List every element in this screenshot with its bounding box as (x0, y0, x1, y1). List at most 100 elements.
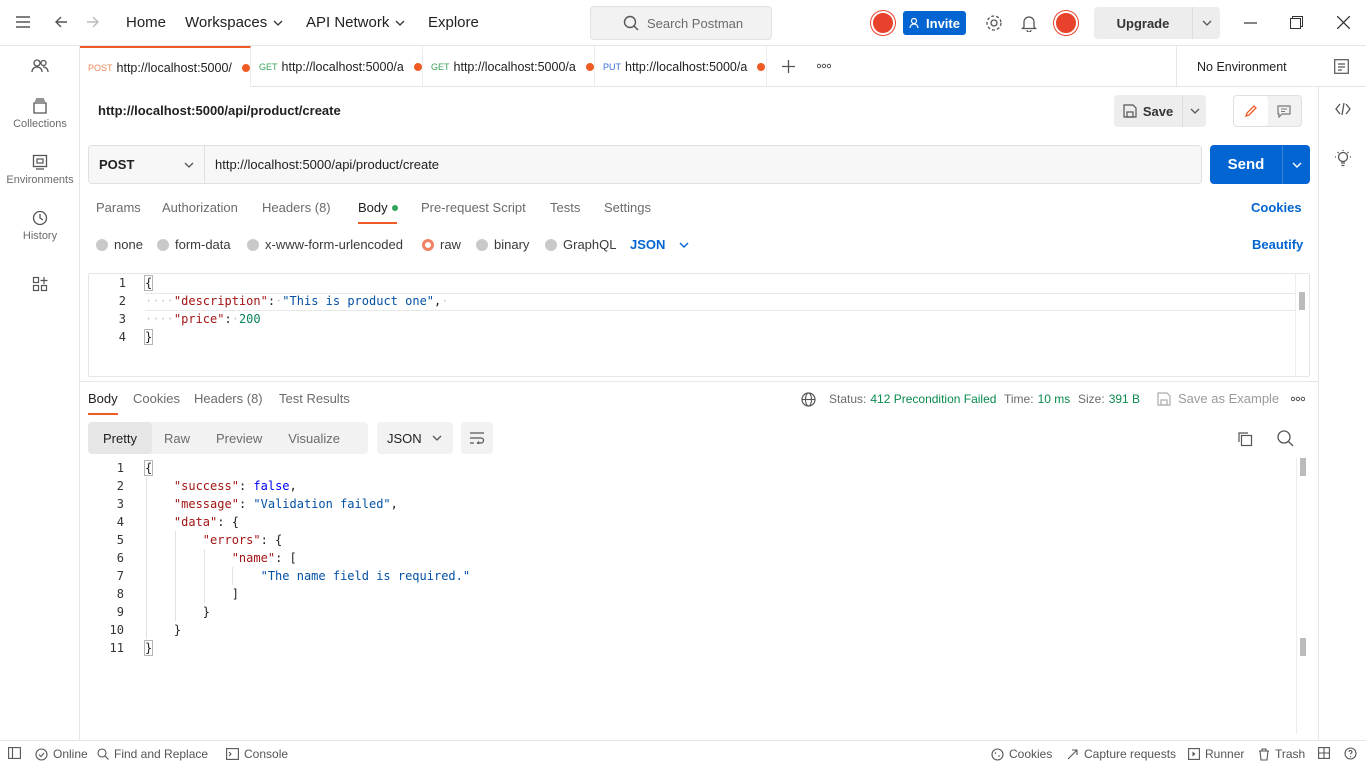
request-title[interactable]: http://localhost:5000/api/product/create (98, 103, 341, 118)
environment-quicklook-icon[interactable] (1334, 59, 1349, 74)
tab-settings[interactable]: Settings (604, 200, 651, 215)
search-placeholder: Search Postman (647, 15, 744, 31)
layout-icon[interactable] (1318, 747, 1330, 759)
code-line: { (143, 274, 154, 292)
trash-button[interactable]: Trash (1258, 747, 1305, 761)
code-line: "message": "Validation failed", (173, 497, 398, 511)
nav-explore[interactable]: Explore (428, 14, 479, 31)
response-tab-headers[interactable]: Headers (8) (194, 391, 263, 406)
scrollbar-thumb[interactable] (1300, 638, 1306, 656)
toggle-sidebar-icon[interactable] (8, 747, 21, 759)
cookies-button[interactable]: Cookies (991, 747, 1052, 761)
tab-pre-request-script[interactable]: Pre-request Script (421, 200, 526, 215)
json-key: "name" (231, 551, 276, 565)
copy-icon[interactable] (1237, 431, 1253, 447)
scrollbar[interactable] (1295, 274, 1310, 376)
code-line: } (145, 623, 182, 637)
sidebar-label: Collections (13, 118, 67, 130)
request-tab[interactable]: PUT http://localhost:5000/a (595, 46, 767, 87)
nav-workspaces[interactable]: Workspaces (185, 14, 283, 31)
user-avatar[interactable] (1054, 11, 1078, 35)
send-options-button[interactable] (1282, 145, 1310, 184)
sidebar-item-environments[interactable]: Environments (0, 154, 80, 186)
minimize-icon[interactable] (1244, 22, 1257, 24)
restore-icon[interactable] (1290, 16, 1303, 29)
method-select[interactable]: POST (89, 146, 205, 183)
menu-icon[interactable] (16, 16, 30, 28)
sidebar-item-team[interactable] (0, 58, 80, 78)
response-status[interactable]: Status: 412 Precondition Failed (829, 392, 996, 406)
chevron-down-icon[interactable] (1183, 108, 1206, 114)
save-button[interactable]: Save (1114, 104, 1182, 119)
response-format-select[interactable]: JSON (377, 422, 453, 454)
tab-tests[interactable]: Tests (550, 200, 580, 215)
upgrade-button[interactable]: Upgrade (1094, 7, 1220, 39)
beautify-link[interactable]: Beautify (1252, 237, 1303, 252)
tab-body[interactable]: Body (358, 200, 398, 215)
request-tab[interactable]: GET http://localhost:5000/a (423, 46, 595, 87)
radio-none[interactable]: none (96, 237, 143, 252)
view-preview[interactable]: Preview (202, 422, 276, 454)
close-icon[interactable] (1337, 16, 1350, 29)
send-button[interactable]: Send (1210, 145, 1282, 184)
view-pretty[interactable]: Pretty (88, 422, 152, 454)
lightbulb-icon[interactable] (1335, 150, 1351, 168)
scrollbar-thumb[interactable] (1300, 458, 1306, 476)
online-status[interactable]: Online (35, 747, 88, 761)
radio-graphql[interactable]: GraphQL (545, 237, 616, 252)
tab-headers[interactable]: Headers (8) (262, 200, 331, 215)
comments-button[interactable] (1268, 96, 1302, 126)
sidebar-item-collections[interactable]: Collections (0, 98, 80, 130)
invite-button[interactable]: Invite (903, 11, 966, 35)
scrollbar-thumb[interactable] (1299, 292, 1305, 310)
console-button[interactable]: Console (226, 747, 288, 761)
cookies-link[interactable]: Cookies (1251, 200, 1302, 215)
radio-binary[interactable]: binary (476, 237, 529, 252)
method-label: POST (99, 157, 135, 172)
nav-api-network[interactable]: API Network (306, 14, 405, 31)
more-icon[interactable] (817, 63, 831, 69)
chevron-down-icon[interactable] (1193, 20, 1220, 26)
help-icon[interactable] (1344, 747, 1357, 760)
request-body-editor[interactable] (88, 273, 1310, 377)
team-avatar[interactable] (871, 11, 895, 35)
url-input[interactable]: http://localhost:5000/api/product/create (205, 157, 439, 172)
response-tab-cookies[interactable]: Cookies (133, 391, 180, 406)
search-icon[interactable] (1277, 430, 1294, 447)
code-icon[interactable] (1335, 103, 1351, 115)
bell-icon[interactable] (1021, 14, 1037, 32)
request-tab[interactable]: GET http://localhost:5000/a (251, 46, 423, 87)
pane-divider[interactable] (80, 381, 1318, 382)
nav-home[interactable]: Home (126, 14, 166, 31)
wrap-lines-button[interactable] (461, 422, 493, 454)
gear-icon[interactable] (985, 14, 1003, 32)
search-box[interactable]: Search Postman (590, 6, 772, 40)
radio-raw[interactable]: raw (422, 237, 461, 252)
radio-form-data[interactable]: form-data (157, 237, 231, 252)
sidebar-item-apps[interactable] (0, 276, 80, 296)
forward-arrow-icon[interactable] (86, 15, 100, 29)
response-tab-body[interactable]: Body (88, 391, 118, 406)
edit-mode-button[interactable] (1234, 96, 1268, 126)
line-number: 5 (116, 533, 124, 547)
response-tab-test-results[interactable]: Test Results (279, 391, 350, 406)
tab-authorization[interactable]: Authorization (162, 200, 238, 215)
capture-requests-button[interactable]: Capture requests (1066, 747, 1176, 761)
tab-params[interactable]: Params (96, 200, 141, 215)
back-arrow-icon[interactable] (54, 15, 68, 29)
view-visualize[interactable]: Visualize (276, 422, 352, 454)
find-and-replace[interactable]: Find and Replace (97, 747, 208, 761)
view-raw[interactable]: Raw (152, 422, 202, 454)
save-as-example-button[interactable]: Save as Example (1157, 391, 1279, 406)
status-dot (391, 204, 398, 211)
more-icon[interactable] (1291, 396, 1305, 402)
runner-button[interactable]: Runner (1188, 747, 1244, 761)
request-tab[interactable]: POST http://localhost:5000/ (80, 46, 251, 87)
sidebar-item-history[interactable]: History (0, 210, 80, 242)
response-time[interactable]: Time: 10 ms (1004, 392, 1070, 406)
response-size[interactable]: Size: 391 B (1078, 392, 1140, 406)
globe-icon[interactable] (801, 392, 816, 407)
body-format-select[interactable]: JSON (630, 237, 689, 252)
plus-icon[interactable] (782, 60, 795, 73)
radio-x-www-form-urlencoded[interactable]: x-www-form-urlencoded (247, 237, 403, 252)
